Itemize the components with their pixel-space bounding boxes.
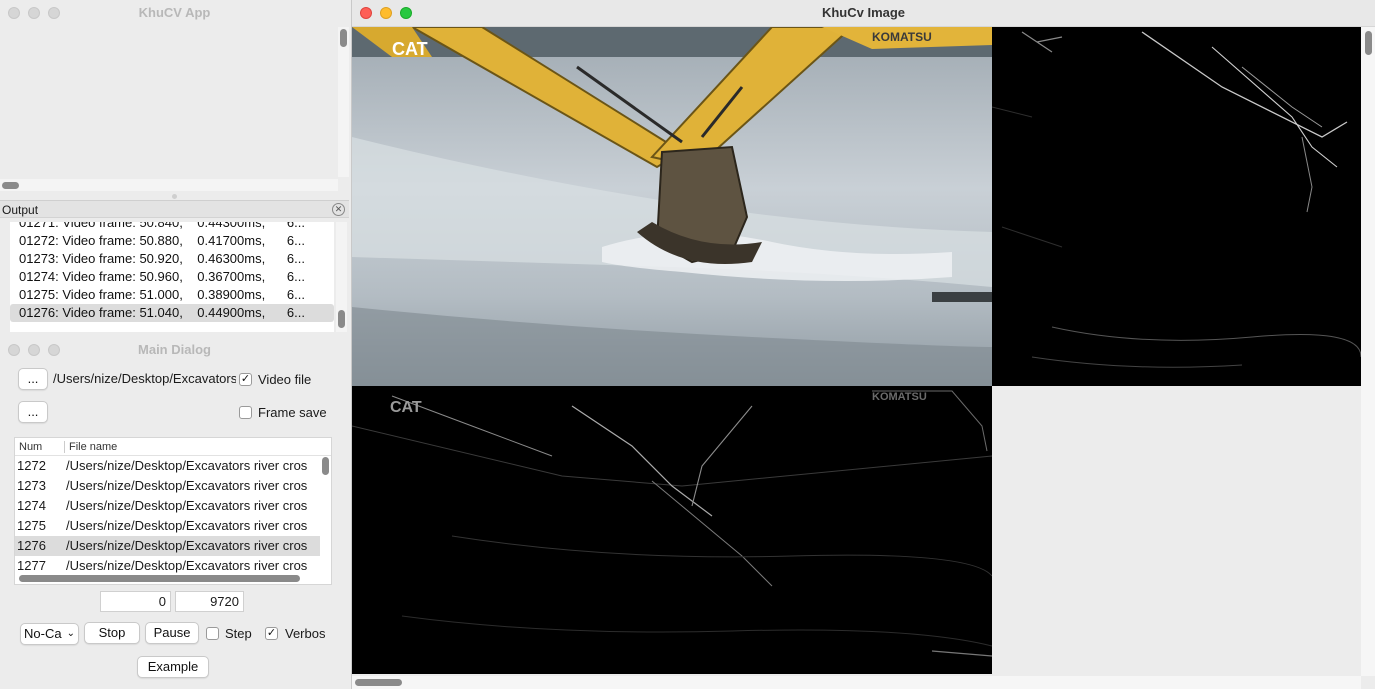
table-row[interactable]: 1275 /Users/nize/Desktop/Excavators rive… <box>15 516 331 536</box>
checkmark-icon: ✓ <box>240 373 251 385</box>
output-scrollbar[interactable] <box>336 222 347 332</box>
komatsu-edge-text: KOMATSU <box>872 391 927 403</box>
image-title: KhuCv Image <box>821 5 906 20</box>
video-path-field[interactable]: /Users/nize/Desktop/Excavators <box>51 369 236 391</box>
row-num: 1275 <box>17 518 46 533</box>
vertical-scroll-thumb[interactable] <box>340 29 347 47</box>
app-titlebar: KhuCV App <box>0 0 349 27</box>
output-title: Output <box>2 203 39 217</box>
komatsu-logo-text: KOMATSU <box>872 30 932 44</box>
verbose-checkbox[interactable]: ✓ <box>265 627 278 640</box>
window-controls <box>8 344 60 356</box>
table-horizontal-scroll-thumb[interactable] <box>19 575 300 582</box>
image-vertical-scrollbar[interactable] <box>1361 27 1375 676</box>
dialog-title: Main Dialog <box>138 342 211 357</box>
example-button[interactable]: Example <box>137 656 209 678</box>
row-file: /Users/nize/Desktop/Excavators river cro… <box>66 478 308 493</box>
video-file-label: Video file <box>258 372 312 387</box>
cat-logo-text: CAT <box>392 39 428 59</box>
output-log-list[interactable]: 01271: Video frame: 50.840, 0.44300ms, 6… <box>10 222 334 332</box>
zoom-button[interactable] <box>48 7 60 19</box>
range-start-field[interactable]: 0 <box>100 591 171 612</box>
close-button[interactable] <box>360 7 372 19</box>
table-vertical-scrollbar[interactable] <box>320 457 331 575</box>
row-file: /Users/nize/Desktop/Excavators river cro… <box>66 458 308 473</box>
image-horizontal-scroll-thumb[interactable] <box>355 679 402 686</box>
step-checkbox[interactable] <box>206 627 219 640</box>
range-end-field[interactable]: 9720 <box>175 591 244 612</box>
column-header-num[interactable]: Num <box>19 438 65 456</box>
horizontal-scroll-thumb[interactable] <box>2 182 19 189</box>
image-vertical-scroll-thumb[interactable] <box>1365 31 1372 55</box>
image-horizontal-scrollbar[interactable] <box>352 676 1361 689</box>
stop-button[interactable]: Stop <box>84 622 140 644</box>
window-controls <box>8 7 60 19</box>
step-label: Step <box>225 626 252 641</box>
khucv-image-window: KhuCv Image CAT KOMATSU CAT KOMATSU <box>351 0 1375 689</box>
minimize-button[interactable] <box>28 344 40 356</box>
close-button[interactable] <box>8 7 20 19</box>
log-line[interactable]: 01272: Video frame: 50.880, 0.41700ms, 6… <box>10 232 334 250</box>
zoom-button[interactable] <box>48 344 60 356</box>
log-line[interactable]: 01271: Video frame: 50.840, 0.44300ms, 6… <box>10 222 334 232</box>
chevron-down-icon: ⌄ <box>66 628 75 639</box>
table-row-selected[interactable]: 1276 /Users/nize/Desktop/Excavators rive… <box>15 536 331 556</box>
row-file: /Users/nize/Desktop/Excavators river cro… <box>66 538 308 553</box>
image-canvas[interactable]: CAT KOMATSU CAT KOMATSU <box>352 27 1361 674</box>
table-row[interactable]: 1274 /Users/nize/Desktop/Excavators rive… <box>15 496 331 516</box>
column-divider <box>64 441 65 453</box>
zoom-button[interactable] <box>400 7 412 19</box>
table-vertical-scroll-thumb[interactable] <box>322 457 329 475</box>
row-num: 1272 <box>17 458 46 473</box>
browse-save-button[interactable]: ... <box>18 401 48 423</box>
row-num: 1276 <box>17 538 46 553</box>
log-line[interactable]: 01273: Video frame: 50.920, 0.46300ms, 6… <box>10 250 334 268</box>
frame-save-label: Frame save <box>258 405 327 420</box>
app-title: KhuCV App <box>138 5 211 20</box>
minimize-button[interactable] <box>28 7 40 19</box>
frame-save-checkbox[interactable] <box>239 406 252 419</box>
file-table[interactable]: Num File name 1272 /Users/nize/Desktop/E… <box>14 437 332 585</box>
image-titlebar: KhuCv Image <box>352 0 1375 27</box>
checkmark-icon: ✓ <box>266 627 277 639</box>
camera-select-value: No-Ca <box>24 626 62 641</box>
edge-frame-image-bottom: CAT KOMATSU <box>352 386 992 674</box>
horizontal-scrollbar[interactable] <box>0 179 338 191</box>
row-num: 1273 <box>17 478 46 493</box>
column-header-file[interactable]: File name <box>69 438 321 456</box>
khucv-app-window: KhuCV App <box>0 0 349 200</box>
minimize-button[interactable] <box>380 7 392 19</box>
table-row[interactable]: 1273 /Users/nize/Desktop/Excavators rive… <box>15 476 331 496</box>
table-row[interactable]: 1272 /Users/nize/Desktop/Excavators rive… <box>15 456 331 476</box>
table-horizontal-scrollbar[interactable] <box>15 573 331 584</box>
splitter-handle[interactable] <box>172 194 177 199</box>
table-header: Num File name <box>15 438 331 456</box>
camera-select[interactable]: No-Ca ⌄ <box>20 623 79 645</box>
log-line-selected[interactable]: 01276: Video frame: 51.040, 0.44900ms, 6… <box>10 304 334 322</box>
output-close-icon[interactable]: ✕ <box>332 203 345 216</box>
row-num: 1274 <box>17 498 46 513</box>
log-line[interactable]: 01275: Video frame: 51.000, 0.38900ms, 6… <box>10 286 334 304</box>
output-dock: Output ✕ 01271: Video frame: 50.840, 0.4… <box>0 200 349 334</box>
close-button[interactable] <box>8 344 20 356</box>
log-line[interactable]: 01274: Video frame: 50.960, 0.36700ms, 6… <box>10 268 334 286</box>
edge-frame-image-top <box>992 27 1361 386</box>
cat-edge-text: CAT <box>390 399 422 416</box>
verbose-label: Verbos <box>285 626 325 641</box>
video-file-checkbox[interactable]: ✓ <box>239 373 252 386</box>
output-scroll-thumb[interactable] <box>338 310 345 328</box>
vertical-scrollbar[interactable] <box>338 27 349 177</box>
output-header: Output ✕ <box>0 200 349 218</box>
pause-button[interactable]: Pause <box>145 622 199 644</box>
window-controls <box>360 7 412 19</box>
app-content-area <box>0 27 349 200</box>
row-file: /Users/nize/Desktop/Excavators river cro… <box>66 498 308 513</box>
browse-video-button[interactable]: ... <box>18 368 48 390</box>
dialog-titlebar: Main Dialog <box>0 337 349 364</box>
row-file: /Users/nize/Desktop/Excavators river cro… <box>66 518 308 533</box>
original-frame-image: CAT KOMATSU <box>352 27 992 386</box>
